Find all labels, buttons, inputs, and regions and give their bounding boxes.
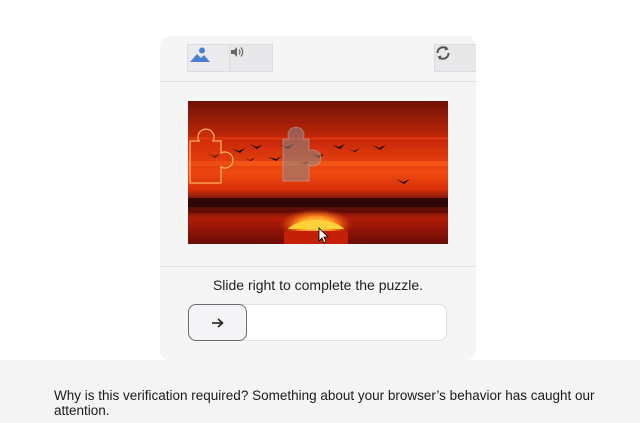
refresh-button[interactable] xyxy=(434,44,476,72)
refresh-icon xyxy=(436,46,450,60)
slider-handle[interactable] xyxy=(188,304,247,341)
captcha-toolbar xyxy=(160,36,476,82)
divider xyxy=(160,266,476,267)
instruction-text: Slide right to complete the puzzle. xyxy=(212,277,424,293)
footer: Why is this verification required? Somet… xyxy=(0,360,640,423)
captcha-widget: Slide right to complete the puzzle. xyxy=(160,36,476,360)
image-challenge-tab[interactable] xyxy=(187,44,229,72)
audio-challenge-tab[interactable] xyxy=(229,44,273,72)
speaker-icon xyxy=(231,47,244,57)
arrow-right-icon xyxy=(211,317,224,328)
image-icon xyxy=(190,47,210,62)
sunset-puzzle-picture xyxy=(188,101,448,244)
verification-explanation: Why is this verification required? Somet… xyxy=(54,388,595,418)
puzzle-image xyxy=(188,101,448,244)
